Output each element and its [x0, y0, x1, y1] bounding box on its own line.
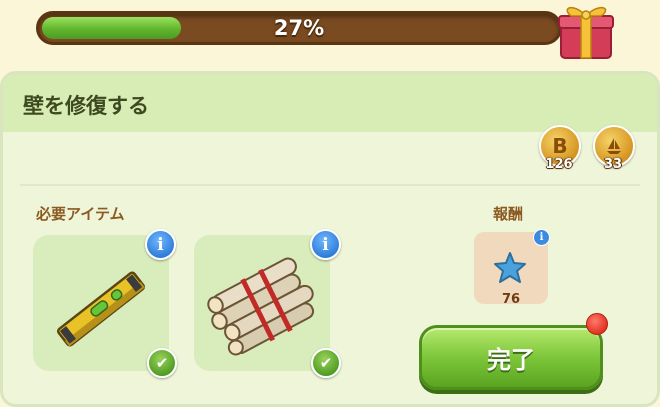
spirit-level-icon — [56, 271, 146, 347]
panel-header: 壁を修復する — [3, 74, 657, 132]
notification-dot — [586, 313, 608, 335]
required-item-logs[interactable]: i ✔ — [194, 229, 341, 378]
reward-value: 76 — [501, 292, 521, 307]
progress-label: 27% — [273, 16, 325, 40]
required-item-level[interactable]: i ✔ — [33, 229, 177, 378]
currency-b-coin: B 126 — [539, 125, 581, 175]
check-icon: ✔ — [147, 348, 177, 378]
reward-info-icon[interactable]: i — [533, 229, 550, 246]
gift-box-icon[interactable] — [555, 0, 621, 60]
info-icon[interactable]: i — [310, 229, 341, 260]
panel-title: 壁を修復する — [23, 94, 149, 118]
blue-star-icon — [494, 252, 526, 283]
currency-b-value: 126 — [545, 157, 573, 172]
progress-bar: 27% — [36, 11, 562, 45]
required-items-label: 必要アイテム — [36, 205, 125, 223]
reward-label: 報酬 — [493, 205, 524, 223]
log-bundle-icon — [207, 257, 315, 356]
currency-boat-coin: 33 — [593, 125, 635, 175]
complete-button[interactable]: 完了 — [419, 325, 603, 390]
check-icon: ✔ — [311, 348, 341, 378]
currency-boat-value: 33 — [603, 157, 623, 172]
info-icon[interactable]: i — [145, 229, 176, 260]
divider — [20, 184, 640, 186]
